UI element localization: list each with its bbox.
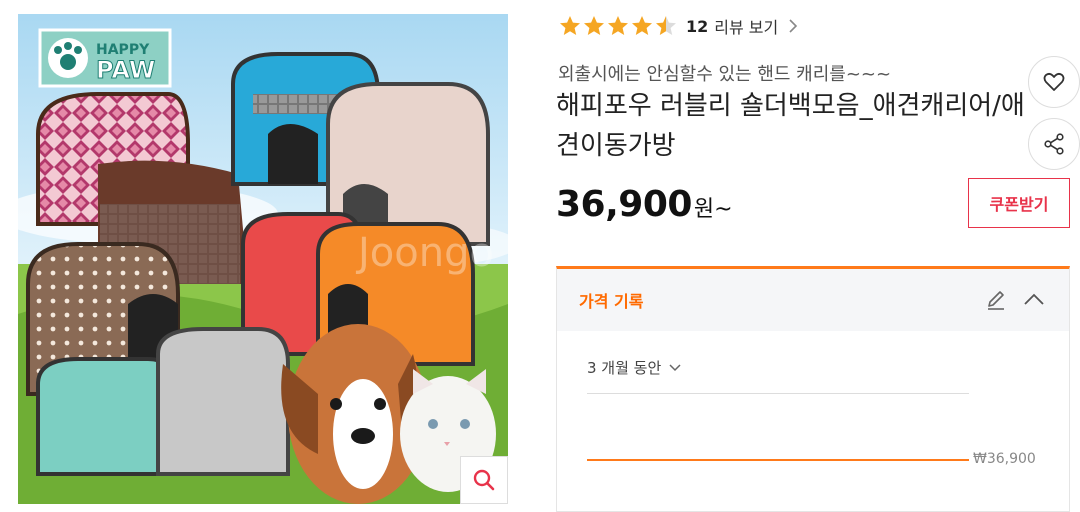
star-icon <box>560 16 580 35</box>
chevron-down-icon <box>669 363 681 371</box>
search-icon <box>473 469 495 491</box>
zoom-button[interactable] <box>460 456 508 504</box>
share-button[interactable] <box>1028 118 1080 170</box>
period-label: 3 개월 동안 <box>587 359 662 377</box>
price-unit: 원~ <box>693 197 733 222</box>
product-subtitle: 외출시에는 안심할수 있는 핸드 캐리를~~~ <box>558 64 892 85</box>
svg-text:PAW: PAW <box>96 56 155 84</box>
period-selector[interactable]: 3 개월 동안 <box>587 357 681 378</box>
star-rating <box>558 14 678 38</box>
review-count: 12 <box>686 16 709 36</box>
edit-icon[interactable] <box>985 289 1007 311</box>
review-link[interactable]: 12 리뷰 보기 <box>678 14 798 38</box>
product-title: 해피포우 러블리 숄더백모음_애견캐리어/애견이동가방 <box>556 91 1025 161</box>
product-page: HAPPY PAW Joongo 12 리뷰 보기 외출시에는 안심할수 있는 … <box>0 0 1080 512</box>
star-icon <box>584 16 604 35</box>
price-history-title: 가격 기록 <box>579 292 644 311</box>
share-icon <box>1044 133 1064 155</box>
chevron-up-icon[interactable] <box>1023 291 1045 309</box>
review-label: 리뷰 보기 <box>714 18 779 37</box>
heart-icon <box>1043 72 1065 91</box>
product-price: 36,900 원~ <box>556 184 733 225</box>
price-history-line <box>587 459 969 461</box>
wishlist-button[interactable] <box>1028 56 1080 108</box>
star-half-icon <box>656 16 676 35</box>
product-image[interactable]: HAPPY PAW Joongo <box>18 14 508 504</box>
product-image-art: HAPPY PAW Joongo <box>18 14 508 504</box>
star-icon <box>632 16 652 35</box>
price-history-header: 가격 기록 <box>557 269 1069 331</box>
price-amount: 36,900 <box>556 184 692 225</box>
rating-row: 12 리뷰 보기 <box>558 12 798 40</box>
coupon-button[interactable]: 쿠폰받기 <box>968 178 1070 228</box>
chevron-right-icon <box>789 19 798 33</box>
price-history-panel: 가격 기록 3 개월 동안 ₩36,900 <box>556 266 1070 512</box>
price-history-value: ₩36,900 <box>973 451 1036 467</box>
period-divider <box>587 393 969 394</box>
star-icon <box>608 16 628 35</box>
watermark-text: Joongo <box>355 230 494 276</box>
